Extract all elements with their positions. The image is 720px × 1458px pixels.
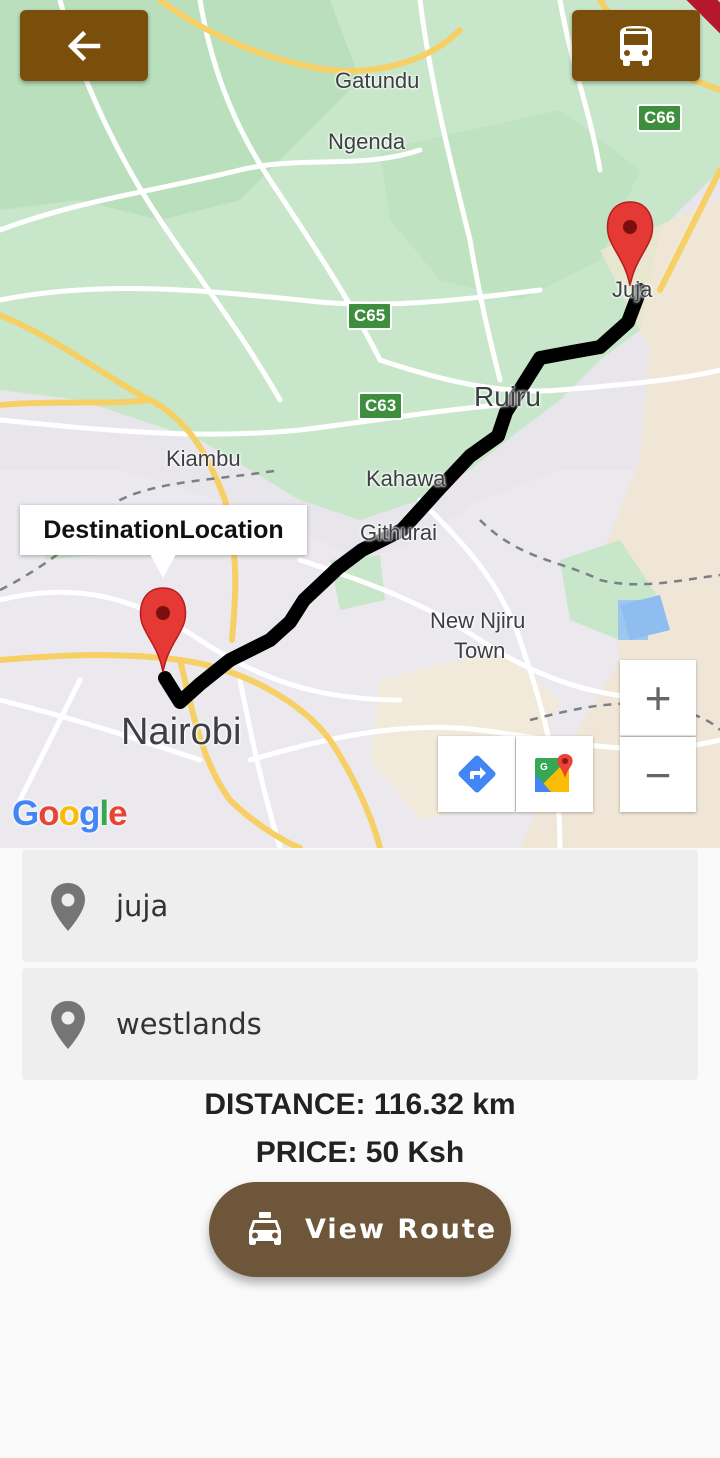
location-pin-icon [51, 1001, 85, 1049]
plus-icon: + [644, 671, 672, 724]
bus-button[interactable] [572, 10, 700, 81]
place-label: Kahawa [366, 466, 446, 491]
directions-icon [457, 755, 496, 793]
taxi-icon [249, 1211, 281, 1245]
road-badge: C65 [347, 302, 393, 330]
svg-text:G: G [540, 762, 548, 773]
place-label: Gatundu [335, 68, 420, 93]
minus-icon: − [644, 748, 672, 801]
view-route-button[interactable]: View Route [209, 1182, 511, 1277]
place-label: Ngenda [328, 129, 406, 154]
place-label: Juja [612, 277, 653, 302]
road-badge: C66 [637, 104, 683, 132]
map-view[interactable]: Gatundu Ngenda Juja Ruiru Kiambu Kahawa … [0, 0, 720, 848]
place-label: Ruiru [474, 381, 541, 412]
map-terrain [0, 0, 720, 848]
zoom-in-button[interactable]: + [620, 660, 696, 736]
distance-text: DISTANCE: 116.32 km [204, 1088, 516, 1121]
place-label: Githurai [360, 520, 438, 545]
open-in-google-maps-button[interactable]: G [516, 736, 593, 812]
destination-field[interactable]: westlands [22, 968, 698, 1080]
marker-info-window[interactable]: DestinationLocation [20, 505, 307, 555]
info-window-tail [150, 554, 176, 578]
directions-button[interactable] [438, 736, 515, 812]
road-badge: C63 [358, 392, 404, 420]
arrow-left-icon [67, 30, 101, 61]
back-button[interactable] [20, 10, 148, 81]
place-label: Kiambu [166, 446, 241, 471]
location-pin-icon [51, 883, 85, 931]
place-label: Nairobi [121, 711, 242, 753]
destination-value: westlands [116, 1007, 262, 1041]
google-maps-icon: G [534, 754, 573, 792]
place-label: Town [454, 638, 506, 663]
origin-value: juja [116, 889, 169, 923]
bus-icon [620, 25, 652, 66]
place-label: New Njiru [430, 608, 526, 633]
price-text: PRICE: 50 Ksh [255, 1136, 465, 1169]
google-attribution: Google [12, 794, 128, 833]
origin-field[interactable]: juja [22, 850, 698, 962]
zoom-out-button[interactable]: − [620, 737, 696, 812]
view-route-label: View Route [305, 1214, 498, 1245]
